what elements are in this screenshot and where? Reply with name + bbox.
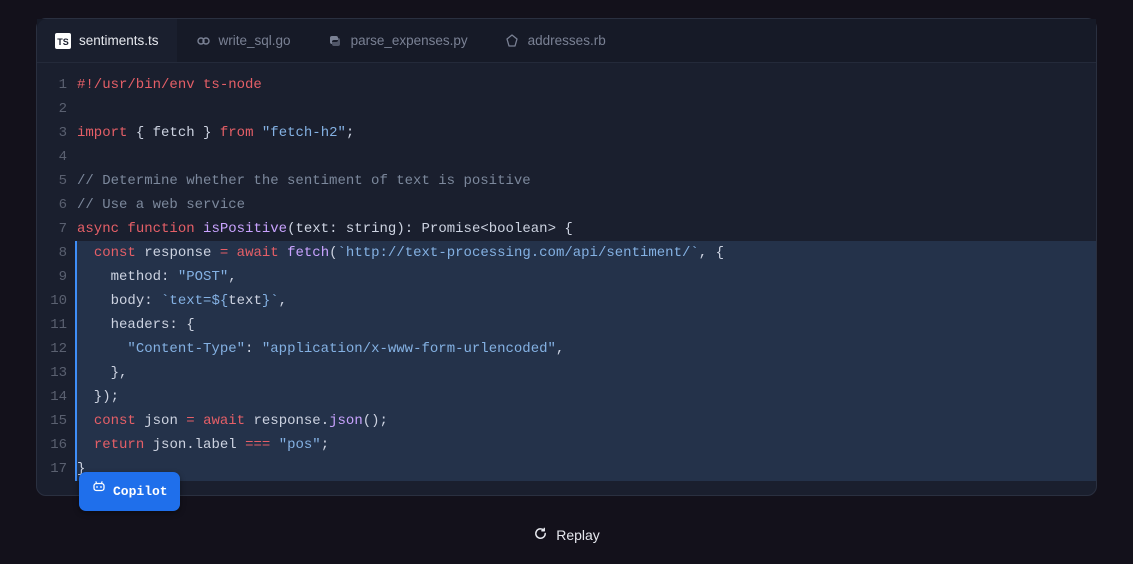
svg-text:TS: TS [57,37,69,47]
ruby-icon [504,33,520,49]
code-line: import { fetch } from "fetch-h2"; [77,121,1096,145]
code-line: }); [75,385,1096,409]
editor-window: TS sentiments.ts write_sql.go parse_expense… [36,18,1097,496]
tab-sentiments-ts[interactable]: TS sentiments.ts [37,19,177,62]
code-line: async function isPositive(text: string):… [77,217,1096,241]
copilot-icon [91,479,107,504]
line-number: 4 [37,145,67,169]
copilot-button[interactable]: Copilot [79,472,180,511]
code-line: // Use a web service [77,193,1096,217]
line-number: 17 [37,457,67,481]
copilot-label: Copilot [113,480,168,504]
code-line: #!/usr/bin/env ts-node [77,73,1096,97]
line-number: 10 [37,289,67,313]
line-number: 14 [37,385,67,409]
line-number: 3 [37,121,67,145]
code-lines[interactable]: #!/usr/bin/env ts-node import { fetch } f… [77,73,1096,481]
code-line: } [75,457,1096,481]
line-number: 5 [37,169,67,193]
line-number: 11 [37,313,67,337]
tab-label: addresses.rb [528,33,606,48]
code-area: 1234567891011121314151617 #!/usr/bin/env… [37,63,1096,495]
line-number: 2 [37,97,67,121]
line-number: 15 [37,409,67,433]
code-line: const response = await fetch(`http://tex… [75,241,1096,265]
code-line: }, [75,361,1096,385]
code-line: "Content-Type": "application/x-www-form-… [75,337,1096,361]
replay-label: Replay [556,527,600,543]
code-line: method: "POST", [75,265,1096,289]
line-number: 6 [37,193,67,217]
line-number-gutter: 1234567891011121314151617 [37,73,77,481]
line-number: 9 [37,265,67,289]
line-number: 7 [37,217,67,241]
tab-parse_expenses-py[interactable]: parse_expenses.py [309,19,486,62]
code-line: return json.label === "pos"; [75,433,1096,457]
code-line [77,97,1096,121]
line-number: 1 [37,73,67,97]
line-number: 8 [37,241,67,265]
tab-write_sql-go[interactable]: write_sql.go [177,19,309,62]
ts-icon: TS [55,33,71,49]
code-line: body: `text=${text}`, [75,289,1096,313]
code-line: headers: { [75,313,1096,337]
code-line [77,145,1096,169]
tab-label: parse_expenses.py [351,33,468,48]
replay-icon [533,526,548,544]
python-icon [327,33,343,49]
tab-bar: TS sentiments.ts write_sql.go parse_expense… [37,19,1096,63]
line-number: 13 [37,361,67,385]
tab-label: write_sql.go [219,33,291,48]
code-line: // Determine whether the sentiment of te… [77,169,1096,193]
tab-addresses-rb[interactable]: addresses.rb [486,19,624,62]
tab-label: sentiments.ts [79,33,159,48]
line-number: 16 [37,433,67,457]
replay-button[interactable]: Replay [36,496,1097,544]
code-line: const json = await response.json(); [75,409,1096,433]
go-icon [195,33,211,49]
line-number: 12 [37,337,67,361]
